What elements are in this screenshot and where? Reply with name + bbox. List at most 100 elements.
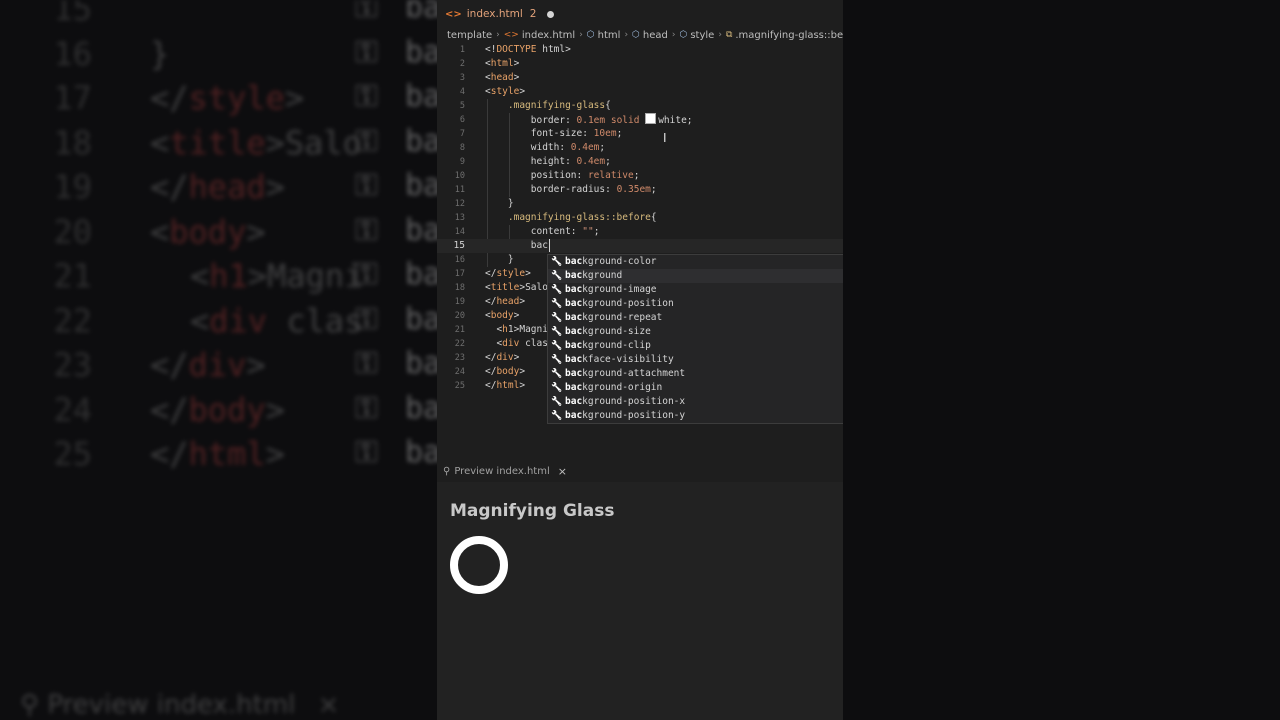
- background-line-text: <div clas: [190, 301, 364, 340]
- html-file-icon: <>: [445, 8, 462, 20]
- unsaved-dot-icon[interactable]: [547, 10, 555, 18]
- line-number: 8: [459, 143, 465, 153]
- background-line-text: }: [150, 34, 170, 73]
- code-line[interactable]: 9 height: 0.4em;: [437, 155, 843, 169]
- key-icon: ⚿ ba: [355, 390, 442, 426]
- chevron-right-icon: ›: [718, 30, 722, 40]
- background-preview-icon: ⚲: [20, 690, 48, 720]
- code-line[interactable]: 13 .magnifying-glass::before{: [437, 211, 843, 225]
- background-close-icon: ×: [317, 690, 340, 720]
- suggestion-item[interactable]: 🔧 background-position-x: [548, 395, 843, 409]
- key-icon: ⚿ ba: [355, 301, 442, 337]
- autocomplete-suggestions[interactable]: 🔧 background-color 🔧 background 🔧 background-…: [547, 254, 843, 424]
- code-line[interactable]: 12 }: [437, 197, 843, 211]
- breadcrumb-item[interactable]: head: [643, 30, 668, 41]
- property-wrench-icon: 🔧: [551, 285, 563, 295]
- key-icon: ⚿ ba: [355, 123, 442, 159]
- code-line[interactable]: 5 .magnifying-glass{: [437, 99, 843, 113]
- breadcrumb-item[interactable]: html: [598, 30, 621, 41]
- breadcrumb-item[interactable]: style: [690, 30, 714, 41]
- suggestion-item[interactable]: 🔧 background: [548, 269, 843, 283]
- suggestion-item[interactable]: 🔧 background-origin: [548, 381, 843, 395]
- property-wrench-icon: 🔧: [551, 411, 563, 421]
- suggestion-item[interactable]: 🔧 background-image: [548, 283, 843, 297]
- text-caret: [549, 239, 550, 252]
- breadcrumb-item[interactable]: .magnifying-glass::before: [735, 30, 843, 41]
- suggestion-label: background-color: [565, 256, 657, 267]
- key-icon: ⚿ ba: [355, 346, 442, 381]
- suggestion-item[interactable]: 🔧 background-position: [548, 297, 843, 311]
- code-line[interactable]: 2 <html>: [437, 57, 843, 71]
- line-number: 13: [454, 213, 465, 223]
- line-text: width: 0.4em;: [485, 142, 606, 153]
- preview-tab-bar: ⚲ Preview index.html ×: [437, 460, 843, 482]
- suggestion-item[interactable]: 🔧 background-color: [548, 255, 843, 269]
- property-wrench-icon: 🔧: [551, 397, 563, 407]
- suggestion-item[interactable]: 🔧 background-size: [548, 325, 843, 339]
- line-text: <html>: [485, 58, 520, 69]
- key-icon: ⚿ bac: [355, 0, 460, 25]
- key-icon: ⚿ ba: [355, 212, 442, 248]
- line-text: border: 0.1em solid white;: [485, 113, 693, 126]
- line-text: <!DOCTYPE html>: [485, 44, 571, 55]
- text-cursor-ibeam-icon: I: [663, 131, 667, 145]
- selector-icon: ⧉: [725, 30, 733, 40]
- code-line[interactable]: 4 <style>: [437, 85, 843, 99]
- close-icon[interactable]: ×: [558, 465, 567, 478]
- code-line[interactable]: 15 bac: [437, 239, 843, 253]
- property-wrench-icon: 🔧: [551, 257, 563, 267]
- background-line-number: 23: [53, 346, 92, 384]
- line-text: height: 0.4em;: [485, 156, 611, 167]
- property-wrench-icon: 🔧: [551, 341, 563, 351]
- suggestion-item[interactable]: 🔧 background-clip: [548, 339, 843, 353]
- suggestion-label: background-size: [565, 326, 651, 337]
- line-number: 22: [454, 339, 465, 349]
- line-number: 11: [454, 185, 465, 195]
- suggestion-label: background-image: [565, 284, 657, 295]
- line-text: </style>: [485, 268, 531, 279]
- background-line-text: </body>: [150, 390, 285, 429]
- line-number: 4: [459, 87, 465, 97]
- line-number: 12: [454, 199, 465, 209]
- code-line[interactable]: 10 position: relative;: [437, 169, 843, 183]
- code-line[interactable]: 7 font-size: 10em;: [437, 127, 843, 141]
- background-line-number: 24: [53, 390, 92, 429]
- line-text: position: relative;: [485, 170, 640, 181]
- line-text: }: [485, 198, 514, 209]
- line-text: <body>: [485, 310, 520, 321]
- suggestion-item[interactable]: 🔧 backface-visibility: [548, 353, 843, 367]
- background-preview-label: ⚲ Preview index.html ×: [20, 690, 339, 720]
- background-line-number: 17: [53, 79, 92, 117]
- tab-index-html[interactable]: <> index.html 2: [437, 0, 564, 28]
- code-line[interactable]: 6 border: 0.1em solid white;: [437, 113, 843, 127]
- line-text: </html>: [485, 380, 526, 391]
- suggestion-label: background-origin: [565, 382, 663, 393]
- background-line-number: 20: [53, 212, 92, 251]
- suggestion-item[interactable]: 🔧 background-repeat: [548, 311, 843, 325]
- breadcrumb-item[interactable]: template: [447, 30, 492, 41]
- code-line[interactable]: 14 content: "";: [437, 225, 843, 239]
- color-swatch-icon[interactable]: [645, 113, 657, 124]
- line-number: 10: [454, 171, 465, 181]
- preview-pane: Magnifying Glass: [437, 482, 843, 720]
- property-wrench-icon: 🔧: [551, 271, 563, 281]
- background-line-text: <body>: [150, 212, 266, 251]
- element-icon: ⬡: [586, 30, 595, 40]
- code-line[interactable]: 11 border-radius: 0.35em;: [437, 183, 843, 197]
- line-text: }: [485, 254, 514, 265]
- breadcrumb-item[interactable]: index.html: [522, 30, 575, 41]
- line-number: 9: [459, 157, 465, 167]
- background-line-number: 15: [53, 0, 92, 28]
- line-number: 6: [459, 115, 465, 125]
- suggestion-item[interactable]: 🔧 background-attachment: [548, 367, 843, 381]
- line-text: <style>: [485, 86, 526, 97]
- suggestion-label: background-clip: [565, 340, 651, 351]
- tab-preview[interactable]: ⚲ Preview index.html ×: [443, 465, 567, 478]
- code-line[interactable]: 8 width: 0.4em;: [437, 141, 843, 155]
- chevron-right-icon: ›: [624, 30, 629, 40]
- code-line[interactable]: 1 <!DOCTYPE html>: [437, 43, 843, 57]
- suggestion-item[interactable]: 🔧 background-position-y: [548, 409, 843, 423]
- background-line-number: 22: [53, 301, 92, 340]
- suggestion-label: background-position-y: [565, 410, 686, 421]
- code-line[interactable]: 3 <head>: [437, 71, 843, 85]
